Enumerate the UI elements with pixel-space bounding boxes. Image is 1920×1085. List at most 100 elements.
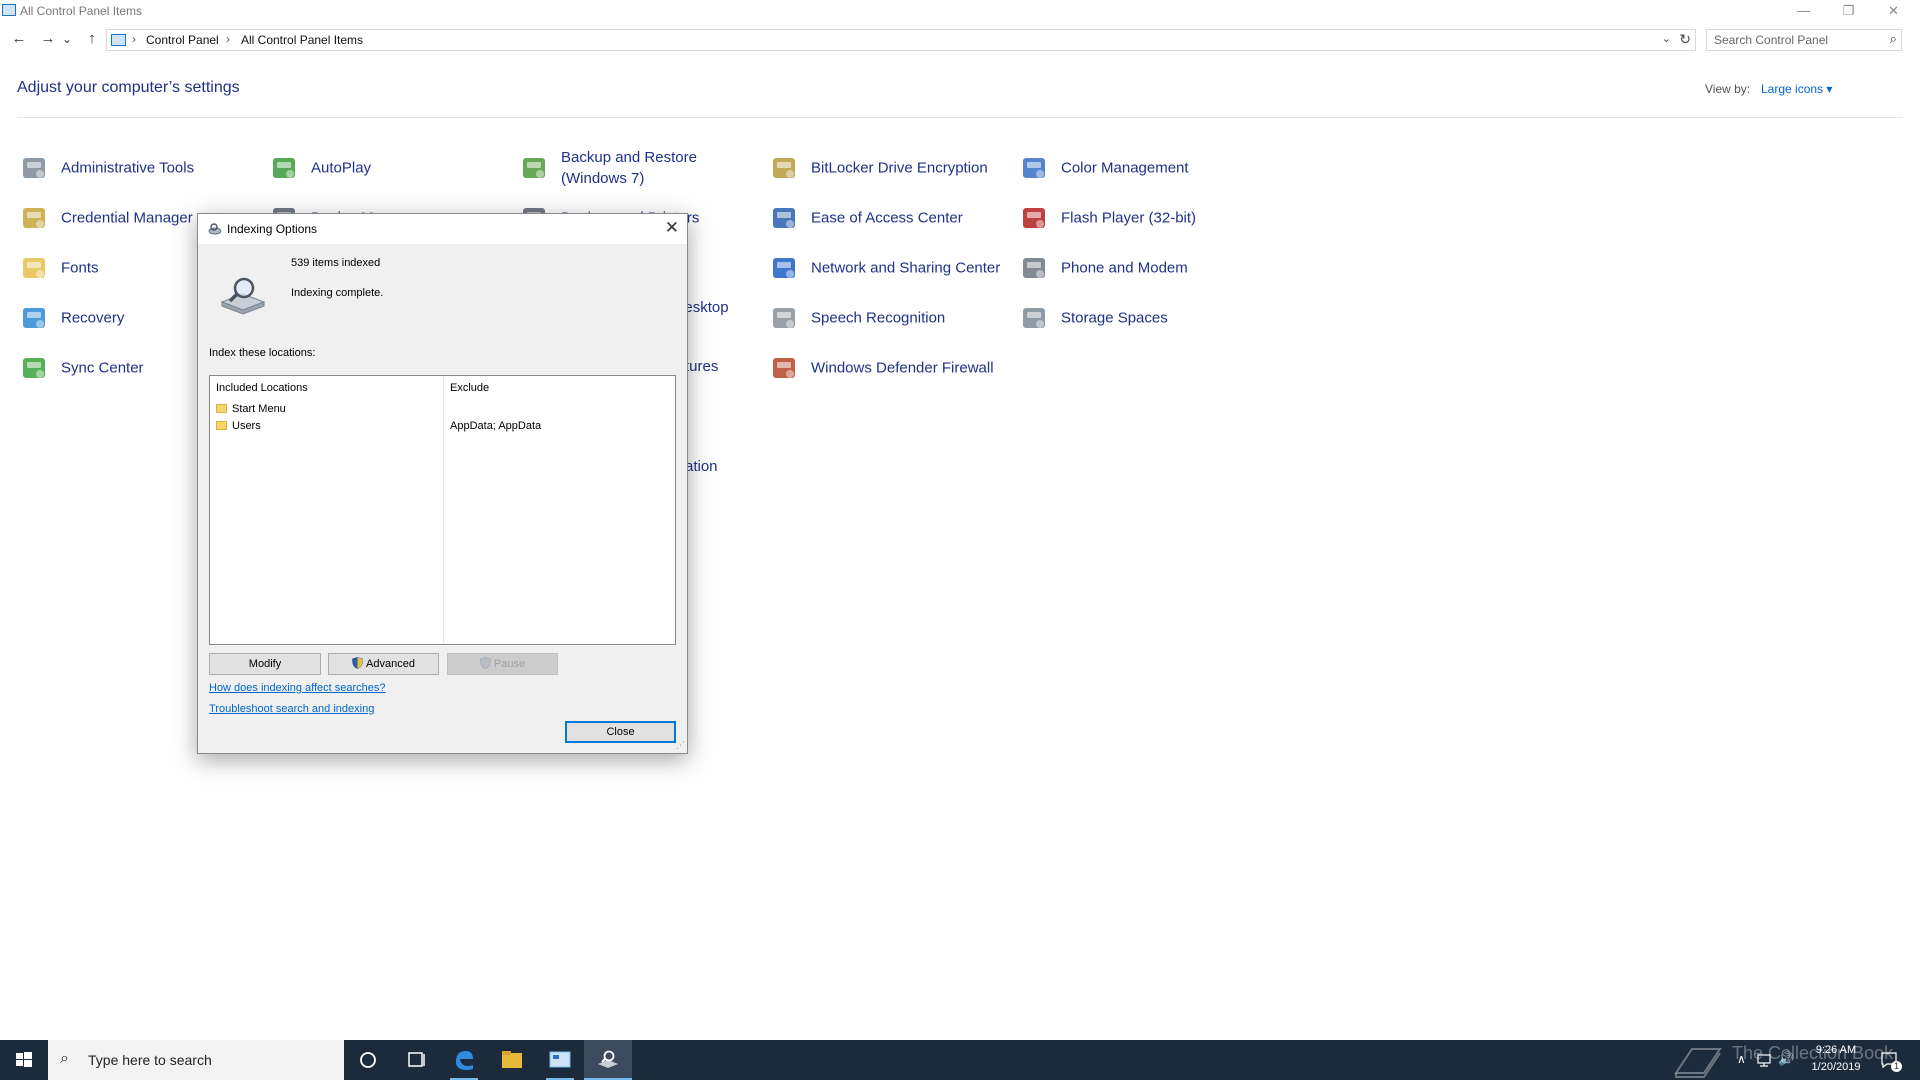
how-indexing-link[interactable]: How does indexing affect searches? [209,682,386,694]
cortana-button[interactable] [344,1040,392,1080]
volume-icon[interactable]: 🔊 [1778,1051,1794,1067]
control-panel-icon [549,1051,571,1068]
header-divider [17,117,1903,118]
breadcrumb-separator[interactable]: › [132,32,136,46]
cp-item-storage-spaces[interactable]: Storage Spaces [1018,298,1258,338]
locations-list[interactable]: Included Locations Exclude Start Menu Us… [209,375,676,645]
file-explorer-icon [502,1051,522,1068]
search-icon[interactable]: ⌕ [1890,31,1897,47]
view-by-dropdown[interactable]: Large icons ▾ [1761,82,1832,96]
up-button[interactable]: ↑ [81,29,103,51]
window-title: All Control Panel Items [20,4,143,18]
dialog-title: Indexing Options [227,222,318,236]
edge-icon [456,1051,473,1070]
start-button[interactable] [0,1040,48,1080]
firewall-icon [773,358,795,378]
navigation-bar: ← → ⌄ ↑ › Control Panel › All Control Pa… [0,27,1920,53]
pause-button: Pause [447,653,558,675]
bitlocker-icon [773,158,795,178]
edge-button[interactable] [440,1040,488,1080]
dialog-titlebar: Indexing Options ✕ [198,214,687,244]
location-name[interactable]: Users [232,420,261,432]
recent-locations-button[interactable]: ⌄ [61,29,73,51]
network-icon[interactable] [1756,1052,1772,1068]
column-header-included[interactable]: Included Locations [216,382,308,394]
cp-item-label: Phone and Modem [1061,259,1188,277]
task-view-button[interactable] [392,1040,440,1080]
breadcrumb-separator[interactable]: › [226,32,230,46]
cp-item-ease-of-access[interactable]: Ease of Access Center [768,198,1008,238]
troubleshoot-link[interactable]: Troubleshoot search and indexing [209,703,374,715]
clock-date[interactable]: 1/20/2019 [1800,1061,1872,1073]
task-view-icon [408,1052,425,1067]
address-dropdown-icon[interactable]: ⌄ [1662,32,1671,45]
cp-item-firewall[interactable]: Windows Defender Firewall [768,348,1008,388]
control-panel-taskbar-button[interactable] [536,1040,584,1080]
cp-item-backup-restore[interactable]: Backup and Restore (Windows 7) [518,148,758,188]
search-icon: ⌕ [60,1050,69,1067]
recovery-icon [23,308,45,328]
cp-item-label: Windows Defender Firewall [811,359,994,377]
cp-item-network-sharing[interactable]: Network and Sharing Center [768,248,1008,288]
speech-recognition-icon [773,308,795,328]
color-management-icon [1023,158,1045,178]
restore-button[interactable]: ❐ [1826,0,1871,22]
credential-manager-icon [23,208,45,228]
taskbar: ⌕ Type here to search The Collection Boo… [0,1040,1920,1080]
indexing-status: Indexing complete. [291,287,384,299]
cp-item-label: Storage Spaces [1061,309,1168,327]
column-header-exclude[interactable]: Exclude [450,382,489,394]
view-by-label: View by: [1705,82,1751,96]
cp-item-flash-player[interactable]: Flash Player (32-bit) [1018,198,1258,238]
partial-item-label[interactable]: tures [685,358,718,375]
cp-item-speech-recognition[interactable]: Speech Recognition [768,298,1008,338]
indexing-status-icon [220,277,266,315]
indexing-icon [598,1050,618,1068]
folder-icon [216,421,227,430]
page-title: Adjust your computer’s settings [17,79,240,96]
resize-grip-icon[interactable]: ⋰ [676,740,685,751]
tray-chevron-icon[interactable]: ∧ [1737,1052,1746,1066]
taskbar-search-text: Type here to search [88,1052,212,1068]
indexing-icon [208,223,222,235]
cp-item-label: Speech Recognition [811,309,946,327]
taskbar-search[interactable]: ⌕ Type here to search [48,1040,344,1080]
modify-button[interactable]: Modify [209,653,321,675]
file-explorer-button[interactable] [488,1040,536,1080]
phone-modem-icon [1023,258,1045,278]
cp-item-label: Backup and Restore (Windows 7) [561,149,697,187]
forward-button[interactable]: → [37,29,59,51]
cp-item-label: Network and Sharing Center [811,259,1001,277]
cp-item-color-management[interactable]: Color Management [1018,148,1258,188]
refresh-icon[interactable]: ↻ [1679,31,1691,48]
close-window-button[interactable]: ✕ [1871,0,1916,22]
cp-item-autoplay[interactable]: AutoPlay [268,148,508,188]
cp-item-admin-tools[interactable]: Administrative Tools [18,148,258,188]
backup-restore-icon [523,158,545,178]
address-bar[interactable]: › Control Panel › All Control Panel Item… [106,29,1696,51]
column-separator [443,376,444,644]
minimize-button[interactable]: — [1781,0,1826,22]
close-button[interactable]: Close [565,721,676,743]
dialog-close-icon[interactable]: ✕ [665,218,679,238]
cp-item-bitlocker[interactable]: BitLocker Drive Encryption [768,148,1008,188]
back-button[interactable]: ← [8,29,30,51]
admin-tools-icon [23,158,45,178]
advanced-button-label: Advanced [366,658,415,670]
cp-item-label: BitLocker Drive Encryption [811,159,988,177]
location-name[interactable]: Start Menu [232,403,286,415]
partial-item-label[interactable]: ation [685,458,718,475]
advanced-button[interactable]: Advanced [328,653,439,675]
indexing-options-taskbar-button[interactable] [584,1040,632,1080]
clock-time[interactable]: 9:26 AM [1800,1044,1872,1056]
breadcrumb-all-items[interactable]: All Control Panel Items [241,33,363,47]
breadcrumb-control-panel[interactable]: Control Panel [146,33,219,47]
cp-item-label: AutoPlay [311,159,372,177]
location-exclude: AppData; AppData [450,420,542,432]
cp-item-label: Administrative Tools [61,159,195,177]
search-input[interactable]: Search Control Panel ⌕ [1706,29,1902,51]
folder-icon [216,404,227,413]
cp-item-phone-modem[interactable]: Phone and Modem [1018,248,1258,288]
watermark-book-icon [1674,1048,1722,1078]
cp-item-label: Flash Player (32-bit) [1061,209,1197,227]
